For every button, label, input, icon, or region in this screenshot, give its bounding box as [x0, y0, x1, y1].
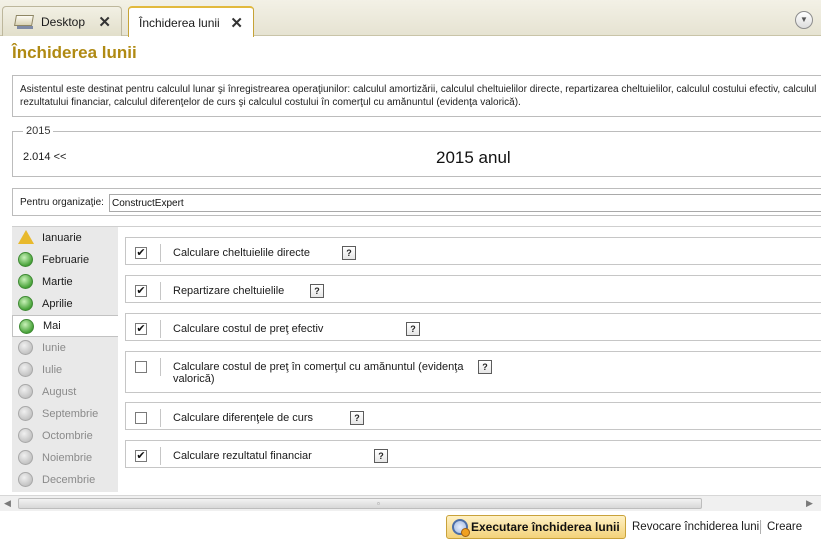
- tab-desktop-label: Desktop: [41, 14, 86, 29]
- divider: [160, 244, 161, 262]
- status-pending-icon: [18, 362, 33, 377]
- chevron-down-icon[interactable]: ▼: [795, 11, 813, 29]
- divider: [160, 358, 161, 376]
- month-label: Septembrie: [42, 408, 99, 420]
- create-button[interactable]: Creare: [767, 521, 802, 533]
- scroll-right-icon[interactable]: ▶: [806, 498, 813, 509]
- status-done-icon: [18, 252, 33, 267]
- month-list: ! Ianuarie Februarie Martie Aprilie Mai Iunie I…: [12, 226, 122, 492]
- month-label: Octombrie: [42, 430, 93, 442]
- operation-row: Calculare costul de preţ în comerţul cu …: [125, 351, 821, 393]
- month-item[interactable]: Iulie: [12, 359, 118, 381]
- operation-label: Calculare cheltuielile directe: [173, 247, 310, 259]
- month-item[interactable]: Mai: [12, 315, 122, 337]
- month-label: Noiembrie: [42, 452, 93, 464]
- operation-label: Repartizare cheltuielile: [173, 285, 285, 297]
- month-item[interactable]: Februarie: [12, 249, 118, 271]
- help-icon[interactable]: ?: [342, 246, 356, 260]
- divider: [160, 320, 161, 338]
- month-label: Februarie: [42, 254, 90, 266]
- status-pending-icon: [18, 428, 33, 443]
- organization-field[interactable]: [109, 194, 821, 212]
- action-bar: Executare închiderea lunii Revocare înch…: [0, 511, 821, 543]
- warning-icon: [18, 230, 34, 244]
- status-done-icon: [18, 296, 33, 311]
- month-item[interactable]: Decembrie: [12, 469, 118, 491]
- grip-icon: ▫: [377, 499, 380, 508]
- month-item[interactable]: August: [12, 381, 118, 403]
- divider: [160, 282, 161, 300]
- month-item[interactable]: Iunie: [12, 337, 118, 359]
- previous-year-link[interactable]: 2.014 <<: [23, 151, 66, 163]
- help-icon[interactable]: ?: [310, 284, 324, 298]
- divider: [160, 409, 161, 427]
- execute-button-label: Executare închiderea lunii: [471, 520, 620, 534]
- operation-row: Calculare diferenţele de curs?: [125, 402, 821, 430]
- status-pending-icon: [18, 340, 33, 355]
- execute-month-closing-button[interactable]: Executare închiderea lunii: [446, 515, 626, 539]
- organization-group: Pentru organizaţie:: [12, 188, 821, 216]
- help-icon[interactable]: ?: [478, 360, 492, 374]
- month-label: Ianuarie: [42, 232, 82, 244]
- status-done-icon: [19, 319, 34, 334]
- description-text: Asistentul este destinat pentru calculul…: [12, 75, 821, 117]
- horizontal-scrollbar[interactable]: ◀ ▫ ▶: [0, 495, 821, 511]
- operation-checkbox[interactable]: ✔: [135, 247, 147, 259]
- revoke-month-closing-button[interactable]: Revocare închiderea lunii: [632, 521, 762, 533]
- organization-label: Pentru organizaţie:: [20, 197, 104, 208]
- tab-month-closing[interactable]: Închiderea lunii ✕: [128, 6, 254, 37]
- year-title: 2015 anul: [436, 148, 511, 167]
- help-icon[interactable]: ?: [350, 411, 364, 425]
- execute-icon: [452, 519, 470, 537]
- help-icon[interactable]: ?: [406, 322, 420, 336]
- operation-checkbox[interactable]: [135, 412, 147, 424]
- month-item[interactable]: Noiembrie: [12, 447, 118, 469]
- tab-month-closing-label: Închiderea lunii: [139, 15, 220, 30]
- operation-label: Calculare rezultatul financiar: [173, 450, 312, 462]
- operation-row: ✔ Calculare cheltuielile directe?: [125, 237, 821, 265]
- operation-label: Calculare costul de preţ efectiv: [173, 323, 324, 335]
- close-icon[interactable]: ✕: [230, 14, 243, 32]
- operation-row: ✔ Calculare rezultatul financiar?: [125, 440, 821, 468]
- month-item[interactable]: Septembrie: [12, 403, 118, 425]
- status-pending-icon: [18, 384, 33, 399]
- month-label: Martie: [42, 276, 73, 288]
- month-item[interactable]: ! Ianuarie: [12, 227, 118, 249]
- operation-label: Calculare costul de preţ în comerţul cu …: [173, 361, 464, 385]
- operation-row: ✔ Calculare costul de preţ efectiv?: [125, 313, 821, 341]
- month-item[interactable]: Octombrie: [12, 425, 118, 447]
- divider: [760, 520, 761, 534]
- close-icon[interactable]: ✕: [98, 13, 111, 31]
- operation-checkbox[interactable]: [135, 361, 147, 373]
- month-label: Iunie: [42, 342, 66, 354]
- year-legend: 2015: [23, 125, 54, 137]
- month-label: Decembrie: [42, 474, 96, 486]
- tab-desktop[interactable]: Desktop ✕: [2, 6, 122, 36]
- operation-checkbox[interactable]: ✔: [135, 285, 147, 297]
- page-title: Închiderea lunii: [12, 43, 137, 62]
- help-icon[interactable]: ?: [374, 449, 388, 463]
- scroll-thumb[interactable]: ▫: [18, 498, 702, 509]
- status-pending-icon: [18, 472, 33, 487]
- operations-list: ✔ Calculare cheltuielile directe? ✔ Reparti…: [118, 226, 821, 492]
- month-item[interactable]: Aprilie: [12, 293, 118, 315]
- status-pending-icon: [18, 450, 33, 465]
- month-label: Aprilie: [42, 298, 73, 310]
- desktop-icon: [13, 13, 35, 31]
- year-group: 2015 2.014 << 2015 anul: [12, 125, 821, 177]
- month-label: August: [42, 386, 77, 398]
- tab-bar: Desktop ✕ Închiderea lunii ✕ ▼: [0, 0, 821, 37]
- month-label: Mai: [43, 320, 61, 332]
- divider: [160, 447, 161, 465]
- month-label: Iulie: [42, 364, 63, 376]
- operation-row: ✔ Repartizare cheltuielile?: [125, 275, 821, 303]
- status-done-icon: [18, 274, 33, 289]
- status-pending-icon: [18, 406, 33, 421]
- operation-checkbox[interactable]: ✔: [135, 323, 147, 335]
- scroll-left-icon[interactable]: ◀: [4, 498, 11, 509]
- operation-label: Calculare diferenţele de curs: [173, 412, 314, 424]
- month-item[interactable]: Martie: [12, 271, 118, 293]
- operation-checkbox[interactable]: ✔: [135, 450, 147, 462]
